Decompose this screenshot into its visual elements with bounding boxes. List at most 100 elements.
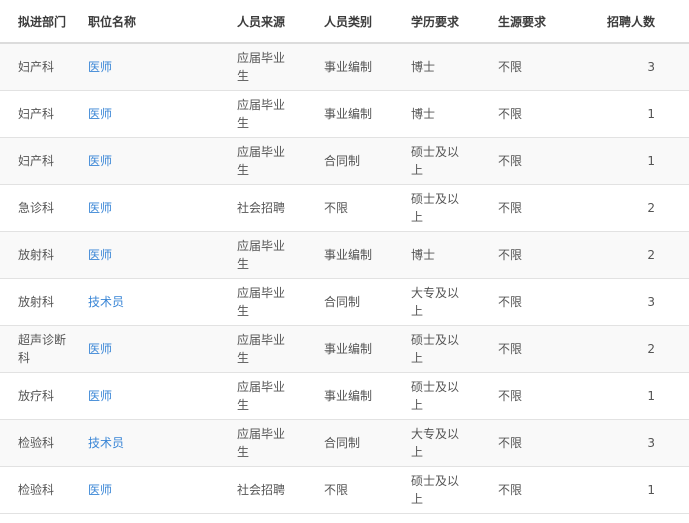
- table-row: 妇产科 医师 应届毕业生 事业编制 博士 不限 1: [0, 90, 689, 138]
- cell-position: 医师: [86, 372, 235, 420]
- education-text: 硕士及以上: [411, 191, 460, 224]
- cell-position: 技术员: [86, 419, 235, 467]
- cell-source: 应届毕业生: [235, 43, 322, 91]
- education-text: 博士: [411, 247, 436, 262]
- dept-text: 放射科: [18, 247, 55, 262]
- education-text: 硕士及以上: [411, 332, 460, 365]
- cell-category: 事业编制: [322, 372, 409, 420]
- cell-source: 社会招聘: [235, 184, 322, 232]
- source-text: 应届毕业生: [237, 144, 286, 177]
- position-link[interactable]: 医师: [88, 342, 112, 356]
- table-row: 检验科 技术员 应届毕业生 合同制 大专及以上 不限 3: [0, 419, 689, 467]
- recruitment-table: 拟进部门 职位名称 人员来源 人员类别 学历要求 生源要求 招聘人数 妇产科 医…: [0, 0, 689, 514]
- cell-count: 1: [584, 137, 689, 185]
- cell-position: 医师: [86, 466, 235, 514]
- header-category: 人员类别: [322, 0, 409, 44]
- header-education: 学历要求: [409, 0, 496, 44]
- position-link[interactable]: 医师: [88, 389, 112, 403]
- dept-text: 妇产科: [18, 59, 55, 74]
- cell-dept: 放射科: [0, 231, 86, 279]
- table-row: 超声诊断科 医师 应届毕业生 事业编制 硕士及以上 不限 2: [0, 325, 689, 373]
- table-row: 放疗科 医师 应届毕业生 事业编制 硕士及以上 不限 1: [0, 372, 689, 420]
- dept-text: 检验科: [18, 435, 55, 450]
- education-text: 硕士及以上: [411, 473, 460, 506]
- cell-category: 事业编制: [322, 231, 409, 279]
- cell-count: 2: [584, 184, 689, 232]
- source-text: 应届毕业生: [237, 426, 286, 459]
- cell-position: 技术员: [86, 278, 235, 326]
- header-source: 人员来源: [235, 0, 322, 44]
- cell-education: 硕士及以上: [409, 184, 496, 232]
- cell-position: 医师: [86, 325, 235, 373]
- cell-category: 合同制: [322, 137, 409, 185]
- cell-category: 事业编制: [322, 325, 409, 373]
- table-row: 妇产科 医师 应届毕业生 事业编制 博士 不限 3: [0, 43, 689, 91]
- cell-source: 应届毕业生: [235, 278, 322, 326]
- cell-dept: 妇产科: [0, 43, 86, 91]
- dept-text: 妇产科: [18, 106, 55, 121]
- cell-category: 事业编制: [322, 43, 409, 91]
- cell-origin: 不限: [496, 325, 584, 373]
- source-text: 社会招聘: [237, 482, 286, 497]
- header-origin: 生源要求: [496, 0, 584, 44]
- position-link[interactable]: 技术员: [88, 295, 124, 309]
- cell-education: 大专及以上: [409, 278, 496, 326]
- cell-source: 社会招聘: [235, 466, 322, 514]
- table-row: 放射科 技术员 应届毕业生 合同制 大专及以上 不限 3: [0, 278, 689, 326]
- source-text: 应届毕业生: [237, 379, 286, 412]
- position-link[interactable]: 技术员: [88, 436, 124, 450]
- education-text: 博士: [411, 106, 436, 121]
- cell-dept: 放射科: [0, 278, 86, 326]
- position-link[interactable]: 医师: [88, 483, 112, 497]
- header-count: 招聘人数: [584, 0, 689, 44]
- cell-source: 应届毕业生: [235, 137, 322, 185]
- cell-origin: 不限: [496, 372, 584, 420]
- cell-origin: 不限: [496, 184, 584, 232]
- cell-source: 应届毕业生: [235, 419, 322, 467]
- cell-origin: 不限: [496, 90, 584, 138]
- cell-count: 3: [584, 278, 689, 326]
- position-link[interactable]: 医师: [88, 60, 112, 74]
- cell-education: 大专及以上: [409, 419, 496, 467]
- cell-origin: 不限: [496, 466, 584, 514]
- education-text: 硕士及以上: [411, 379, 460, 412]
- cell-source: 应届毕业生: [235, 372, 322, 420]
- position-link[interactable]: 医师: [88, 107, 112, 121]
- education-text: 硕士及以上: [411, 144, 460, 177]
- cell-position: 医师: [86, 137, 235, 185]
- cell-dept: 妇产科: [0, 137, 86, 185]
- cell-count: 2: [584, 325, 689, 373]
- education-text: 大专及以上: [411, 426, 460, 459]
- table-row: 检验科 医师 社会招聘 不限 硕士及以上 不限 1: [0, 466, 689, 514]
- cell-category: 事业编制: [322, 90, 409, 138]
- position-link[interactable]: 医师: [88, 154, 112, 168]
- cell-position: 医师: [86, 43, 235, 91]
- cell-origin: 不限: [496, 137, 584, 185]
- cell-dept: 检验科: [0, 419, 86, 467]
- cell-education: 硕士及以上: [409, 372, 496, 420]
- cell-dept: 妇产科: [0, 90, 86, 138]
- cell-count: 2: [584, 231, 689, 279]
- dept-text: 急诊科: [18, 200, 55, 215]
- education-text: 大专及以上: [411, 285, 460, 318]
- position-link[interactable]: 医师: [88, 201, 112, 215]
- dept-text: 妇产科: [18, 153, 55, 168]
- dept-text: 放疗科: [18, 388, 55, 403]
- cell-origin: 不限: [496, 43, 584, 91]
- dept-text: 放射科: [18, 294, 55, 309]
- cell-education: 博士: [409, 43, 496, 91]
- source-text: 应届毕业生: [237, 238, 286, 271]
- position-link[interactable]: 医师: [88, 248, 112, 262]
- cell-dept: 放疗科: [0, 372, 86, 420]
- cell-education: 博士: [409, 231, 496, 279]
- source-text: 应届毕业生: [237, 332, 286, 365]
- header-dept: 拟进部门: [0, 0, 86, 44]
- table-row: 急诊科 医师 社会招聘 不限 硕士及以上 不限 2: [0, 184, 689, 232]
- education-text: 博士: [411, 59, 436, 74]
- table-row: 放射科 医师 应届毕业生 事业编制 博士 不限 2: [0, 231, 689, 279]
- cell-source: 应届毕业生: [235, 231, 322, 279]
- table-header-row: 拟进部门 职位名称 人员来源 人员类别 学历要求 生源要求 招聘人数: [0, 0, 689, 44]
- source-text: 应届毕业生: [237, 285, 286, 318]
- cell-count: 1: [584, 90, 689, 138]
- cell-education: 硕士及以上: [409, 325, 496, 373]
